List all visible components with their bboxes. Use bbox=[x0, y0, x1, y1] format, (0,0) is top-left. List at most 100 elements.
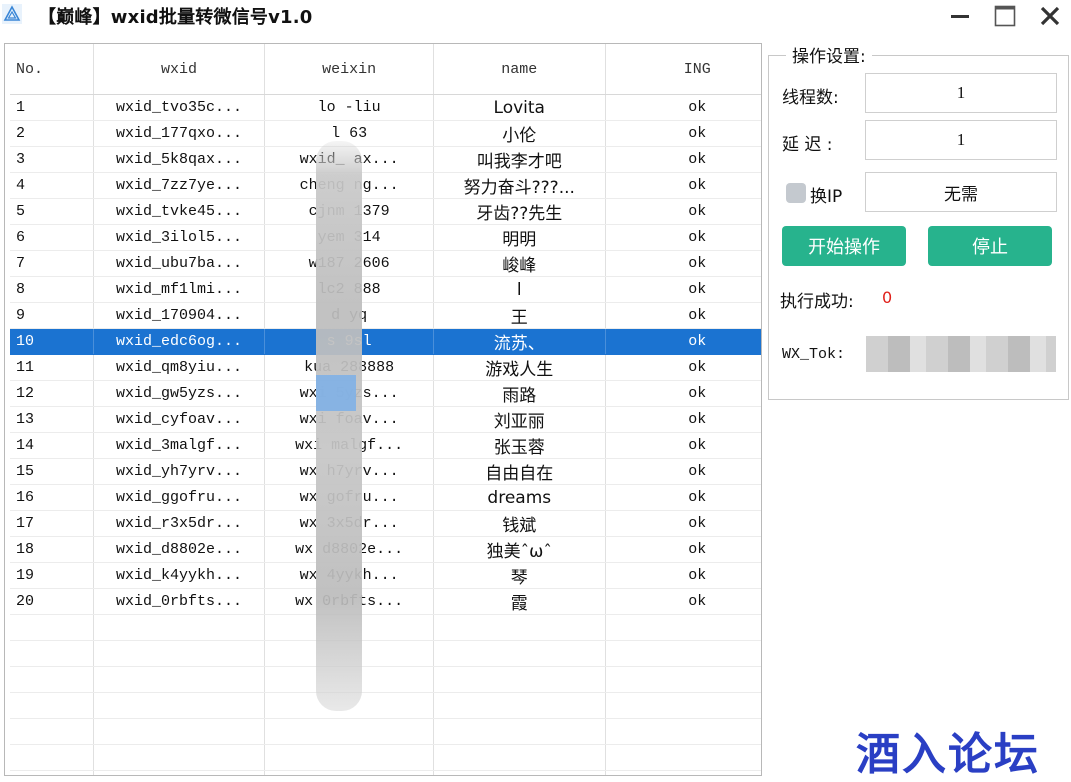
name-cell: 叫我李才吧 bbox=[433, 146, 606, 173]
status-cell: ok bbox=[605, 276, 761, 303]
table-row[interactable]: 8wxid_mf1lmi...lc2 888lok bbox=[10, 276, 761, 303]
empty-cell bbox=[433, 614, 606, 641]
table-row[interactable]: 14 wxid_3malgf... wxi malgf... 张玉蓉 ok bbox=[10, 432, 761, 459]
name-cell: 刘亚丽 bbox=[433, 406, 606, 433]
row-no-cell: 2 bbox=[10, 120, 94, 147]
empty-cell bbox=[93, 640, 266, 667]
wxid-cell: wxid_mf1lmi... bbox=[93, 276, 266, 303]
empty-cell bbox=[10, 744, 94, 771]
close-icon bbox=[1040, 6, 1060, 26]
result-table[interactable]: No. wxid weixin name ING 1 wxid_tvo35c...… bbox=[4, 43, 762, 776]
name-cell: 张玉蓉 bbox=[433, 432, 606, 459]
table-row[interactable]: 17 wxid_r3x5dr... wx 3x5dr... 钱斌 ok bbox=[10, 510, 761, 537]
row-no-cell: 5 bbox=[10, 198, 94, 225]
row-no-cell: 20 bbox=[10, 588, 94, 615]
delay-input[interactable]: 1 bbox=[865, 120, 1057, 160]
row-no-cell: 10 bbox=[10, 328, 94, 355]
status-cell: ok bbox=[605, 562, 761, 589]
row-no-cell: 18 bbox=[10, 536, 94, 563]
column-header-name[interactable]: name bbox=[433, 44, 606, 95]
name-cell: 自由自在 bbox=[433, 458, 606, 485]
empty-row bbox=[10, 640, 761, 667]
name-cell: 明明 bbox=[433, 224, 606, 251]
ip-mode-field[interactable]: 无需 bbox=[865, 172, 1057, 212]
empty-row bbox=[10, 770, 761, 775]
table-row[interactable]: 1 wxid_tvo35c... lo -liu Lovita ok bbox=[10, 94, 761, 121]
status-cell: ok bbox=[605, 380, 761, 407]
table-row[interactable]: 2 wxid_177qxo... l 63 小伦 ok bbox=[10, 120, 761, 147]
table-row[interactable]: 13 wxid_cyfoav... wxi foav... 刘亚丽 ok bbox=[10, 406, 761, 433]
column-header-wxid[interactable]: wxid bbox=[93, 44, 266, 95]
wxid-cell: wxid_ubu7ba... bbox=[93, 250, 266, 277]
change-ip-checkbox[interactable] bbox=[786, 183, 806, 203]
minimize-button[interactable] bbox=[945, 2, 975, 30]
row-no-cell: 1 bbox=[10, 94, 94, 121]
change-ip-label: 换IP bbox=[810, 187, 843, 207]
empty-cell bbox=[433, 692, 606, 719]
table-row[interactable]: 11wxid_qm8yiu...kua 288888游戏人生ok bbox=[10, 354, 761, 381]
wxid-cell: wxid_7zz7ye... bbox=[93, 172, 266, 199]
empty-row bbox=[10, 718, 761, 745]
table-row[interactable]: 18 wxid_d8802e... wx d8802e... 独美ˆωˆ ok bbox=[10, 536, 761, 563]
status-cell: ok bbox=[605, 510, 761, 537]
table-row[interactable]: 20 wxid_0rbfts... wx 0rbfts... 霞 ok bbox=[10, 588, 761, 615]
empty-cell bbox=[605, 770, 761, 775]
wxid-cell: wxid_177qxo... bbox=[93, 120, 266, 147]
wxid-cell: wxid_d8802e... bbox=[93, 536, 266, 563]
wxid-cell: wxid_edc6og... bbox=[93, 328, 266, 355]
column-header-no[interactable]: No. bbox=[10, 44, 94, 95]
table-row[interactable]: 12 wxid_gw5yzs... wxi 5yzs... 雨路 ok bbox=[10, 380, 761, 407]
status-cell: ok bbox=[605, 120, 761, 147]
table-row[interactable]: 19 wxid_k4yykh... wx 4yykh... 琴 ok bbox=[10, 562, 761, 589]
empty-cell bbox=[10, 666, 94, 693]
row-no-cell: 4 bbox=[10, 172, 94, 199]
empty-row bbox=[10, 692, 761, 719]
empty-cell bbox=[93, 614, 266, 641]
wxid-cell: wxid_0rbfts... bbox=[93, 588, 266, 615]
wxid-cell: wxid_3ilol5... bbox=[93, 224, 266, 251]
table-row[interactable]: 3wxid_5k8qax...wxid_ ax...叫我李才吧ok bbox=[10, 146, 761, 173]
table-row[interactable]: 10wxid_edc6og...s 9sl流苏、ok bbox=[10, 328, 761, 355]
minimize-icon bbox=[951, 15, 969, 18]
status-cell: ok bbox=[605, 250, 761, 277]
column-header-ing[interactable]: ING bbox=[605, 44, 761, 95]
wxid-cell: wxid_5k8qax... bbox=[93, 146, 266, 173]
wxid-cell: wxid_k4yykh... bbox=[93, 562, 266, 589]
table-row[interactable]: 15 wxid_yh7yrv... wx h7yrv... 自由自在 ok bbox=[10, 458, 761, 485]
table-row[interactable]: 9wxid_170904...d yq王ok bbox=[10, 302, 761, 329]
wxid-cell: wxid_ggofru... bbox=[93, 484, 266, 511]
table-row[interactable]: 5wxid_tvke45...cjnm 1379牙齿??先生ok bbox=[10, 198, 761, 225]
start-button[interactable]: 开始操作 bbox=[782, 226, 906, 266]
status-cell: ok bbox=[605, 458, 761, 485]
status-cell: ok bbox=[605, 172, 761, 199]
token-field[interactable] bbox=[866, 336, 1056, 372]
empty-cell bbox=[605, 666, 761, 693]
row-no-cell: 14 bbox=[10, 432, 94, 459]
table-row[interactable]: 16 wxid_ggofru... wx gofru... dreams ok bbox=[10, 484, 761, 511]
wxid-cell: wxid_tvo35c... bbox=[93, 94, 266, 121]
table-row[interactable]: 4wxid_7zz7ye...cheng ng...努力奋斗???...ok bbox=[10, 172, 761, 199]
threads-input[interactable]: 1 bbox=[865, 73, 1057, 113]
name-cell: l bbox=[433, 276, 606, 303]
column-header-weixin[interactable]: weixin bbox=[264, 44, 434, 95]
name-cell: 独美ˆωˆ bbox=[433, 536, 606, 563]
stop-button[interactable]: 停止 bbox=[928, 226, 1052, 266]
close-button[interactable] bbox=[1035, 2, 1065, 30]
row-no-cell: 11 bbox=[10, 354, 94, 381]
maximize-button[interactable] bbox=[990, 2, 1020, 30]
empty-cell bbox=[433, 666, 606, 693]
empty-cell bbox=[93, 770, 266, 775]
empty-cell bbox=[93, 692, 266, 719]
table-row[interactable]: 7wxid_ubu7ba...w187 2606峻峰ok bbox=[10, 250, 761, 277]
row-no-cell: 3 bbox=[10, 146, 94, 173]
settings-legend: 操作设置: bbox=[786, 42, 872, 67]
redaction-blur bbox=[316, 141, 362, 711]
table-row[interactable]: 6wxid_3ilol5...yem 314明明ok bbox=[10, 224, 761, 251]
app-logo-icon bbox=[2, 4, 22, 24]
row-no-cell: 19 bbox=[10, 562, 94, 589]
weixin-cell: lo -liu bbox=[264, 94, 434, 121]
empty-cell bbox=[10, 614, 94, 641]
name-cell: 雨路 bbox=[433, 380, 606, 407]
status-cell: ok bbox=[605, 146, 761, 173]
row-no-cell: 17 bbox=[10, 510, 94, 537]
